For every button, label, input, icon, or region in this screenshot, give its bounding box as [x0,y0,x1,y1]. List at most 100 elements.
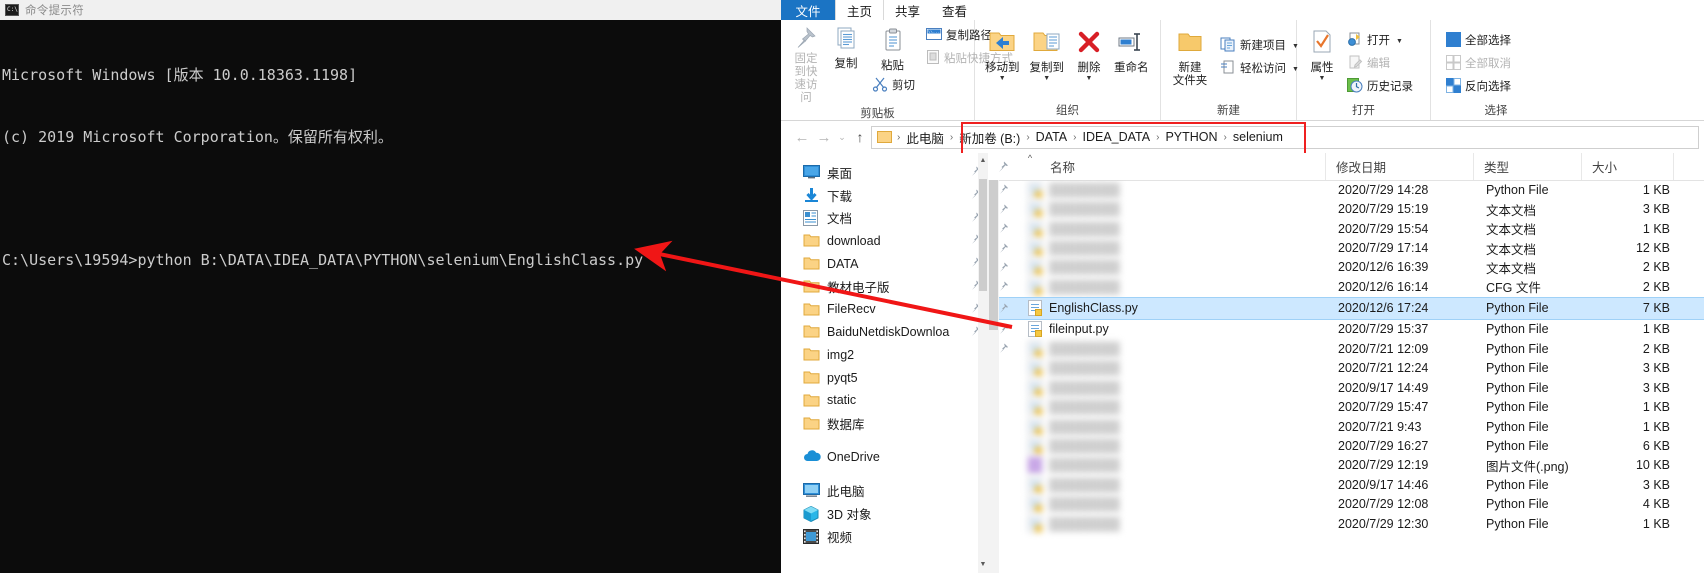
delete-button[interactable]: 删除 ▼ [1069,27,1109,84]
tab-home[interactable]: 主页 [835,0,885,21]
chevron-down-icon[interactable]: ▼ [1319,75,1326,82]
copy-button[interactable]: 复制 [826,23,866,73]
column-header-name[interactable]: 名称 [1040,153,1326,180]
file-name-cell[interactable]: EnglishClass.py [1020,300,1338,317]
properties-button[interactable]: 属性 ▼ [1302,27,1342,84]
breadcrumb[interactable]: › 此电脑 › 新加卷 (B:) › DATA › IDEA_DATA › PY… [871,125,1699,149]
table-row[interactable]: ████████ 2020/7/29 12:30 Python File 1 KB [988,514,1704,533]
scrollbar-thumb[interactable] [979,179,987,291]
file-name-cell[interactable]: ████████ [1020,201,1338,218]
invert-selection-button[interactable]: 反向选择 [1442,76,1515,99]
file-name-cell[interactable]: ████████ [1020,457,1338,474]
copy-to-button[interactable]: 复制到 ▼ [1025,27,1070,84]
new-item-button[interactable]: 新建项目 ▼ [1216,35,1303,58]
file-name-cell[interactable]: ████████ [1020,496,1338,513]
nav-item-data[interactable]: DATA [781,252,988,275]
file-name-cell[interactable]: ████████ [1020,220,1338,237]
nav-item-img2[interactable]: img2 [781,343,988,366]
file-explorer-window[interactable]: 文件 主页 共享 查看 固定到快 速访问 复制 粘贴 剪切 \\... 复制路径… [781,0,1704,573]
file-name-cell[interactable]: ████████ [1020,399,1338,416]
file-name-cell[interactable]: ████████ [1020,181,1338,198]
nav-item-filerecv[interactable]: FileRecv [781,298,988,321]
column-header-date[interactable]: 修改日期 [1326,153,1474,180]
table-row[interactable]: ████████ 2020/7/21 9:43 Python File 1 KB [988,417,1704,436]
new-folder-button[interactable]: 新建 文件夹 [1166,29,1214,90]
scroll-up-icon[interactable]: ▲ [978,155,988,167]
table-row[interactable]: ████████ 2020/9/17 14:49 Python File 3 KB [988,378,1704,397]
table-row[interactable]: ████████ 2020/7/29 15:47 Python File 1 KB [988,397,1704,416]
history-button[interactable]: 历史记录 [1343,76,1417,99]
cut-button[interactable]: 剪切 [868,75,919,98]
tab-view[interactable]: 查看 [931,0,978,20]
table-row[interactable]: ████████ 2020/7/21 12:24 Python File 3 KB [988,359,1704,378]
breadcrumb-item-this-pc[interactable]: 此电脑 [903,128,947,147]
file-list-pane[interactable]: ^ 名称 修改日期 类型 大小 ████████ 2020/7/29 14:28 P… [988,153,1704,573]
nav-item-onedrive[interactable]: OneDrive [781,446,988,469]
nav-item-文档[interactable]: 文档 [781,207,988,230]
forward-button[interactable]: → [813,126,835,148]
file-name-cell[interactable]: ████████ [1020,515,1338,532]
file-name-cell[interactable]: ████████ [1020,476,1338,493]
table-row[interactable]: ████████ 2020/7/29 17:14 文本文档 12 KB [988,238,1704,257]
select-none-button[interactable]: 全部取消 [1442,53,1515,76]
nav-item-pyqt5[interactable]: pyqt5 [781,366,988,389]
table-row[interactable]: fileinput.py 2020/7/29 15:37 Python File 1 … [988,320,1704,339]
navigation-pane-scrollbar[interactable]: ▲ ▼ [978,153,988,573]
file-name-cell[interactable]: ████████ [1020,379,1338,396]
file-name-cell[interactable]: ████████ [1020,278,1338,295]
cmd-console-output[interactable]: Microsoft Windows [版本 10.0.18363.1198] (… [0,20,781,573]
breadcrumb-item-idea-data[interactable]: IDEA_DATA [1079,130,1153,144]
open-button[interactable]: 打开 ▼ [1343,30,1417,53]
file-name-cell[interactable]: ████████ [1020,240,1338,257]
chevron-down-icon[interactable]: ▼ [1396,38,1403,45]
file-name-cell[interactable]: ████████ [1020,418,1338,435]
scroll-down-icon[interactable]: ▼ [978,559,988,571]
up-button[interactable]: ↑ [849,126,871,148]
nav-item-baidunetdiskdownloa[interactable]: BaiduNetdiskDownloa [781,321,988,344]
rename-button[interactable]: 重命名 [1109,27,1154,77]
pin-to-quick-access-button[interactable]: 固定到快 速访问 [786,23,826,107]
chevron-down-icon[interactable]: ▼ [1086,75,1093,82]
nav-item-数据库[interactable]: 数据库 [781,412,988,435]
table-row[interactable]: ████████ 2020/7/29 16:27 Python File 6 KB [988,436,1704,455]
chevron-down-icon[interactable]: ▼ [999,75,1006,82]
nav-item-3d-对象[interactable]: 3D 对象 [781,502,988,525]
file-name-cell[interactable]: ████████ [1020,340,1338,357]
cmd-titlebar[interactable]: 命令提示符 [0,0,781,20]
scrollbar-thumb[interactable] [989,180,998,330]
recent-locations-button[interactable]: ⌄ [835,126,849,148]
table-row[interactable]: ████████ 2020/12/6 16:39 文本文档 2 KB [988,258,1704,277]
breadcrumb-item-python[interactable]: PYTHON [1162,130,1220,144]
table-row[interactable]: ████████ 2020/9/17 14:46 Python File 3 KB [988,475,1704,494]
table-row[interactable]: ████████ 2020/12/6 16:14 CFG 文件 2 KB [988,277,1704,296]
file-name-cell[interactable]: fileinput.py [1020,321,1338,338]
navigation-pane[interactable]: 桌面 下载 文档 download DATA 教材电子版 FileRecv BaiduNetd… [781,153,988,573]
file-list-scrollbar[interactable] [988,180,999,573]
file-name-cell[interactable]: ████████ [1020,259,1338,276]
nav-item-教材电子版[interactable]: 教材电子版 [781,275,988,298]
table-row[interactable]: ████████ 2020/7/29 12:08 Python File 4 KB [988,495,1704,514]
breadcrumb-item-data[interactable]: DATA [1033,130,1070,144]
nav-item-桌面[interactable]: 桌面 [781,161,988,184]
breadcrumb-item-volume-b[interactable]: 新加卷 (B:) [956,128,1023,147]
table-row[interactable]: ████████ 2020/7/29 12:19 图片文件(.png) 10 KB [988,456,1704,475]
file-name-cell[interactable]: ████████ [1020,360,1338,377]
tab-file[interactable]: 文件 [781,0,835,20]
nav-item-下载[interactable]: 下载 [781,184,988,207]
column-header-pin[interactable] [988,153,1020,180]
file-name-cell[interactable]: ████████ [1020,437,1338,454]
paste-button[interactable]: 粘贴 [866,25,919,75]
nav-item-此电脑[interactable]: 此电脑 [781,479,988,502]
nav-item-static[interactable]: static [781,389,988,412]
column-header-size[interactable]: 大小 [1582,153,1674,180]
move-to-button[interactable]: 移动到 ▼ [980,27,1025,84]
command-prompt-window[interactable]: 命令提示符 Microsoft Windows [版本 10.0.18363.1… [0,0,781,573]
easy-access-button[interactable]: 轻松访问 ▼ [1216,58,1303,81]
table-row[interactable]: ████████ 2020/7/29 15:19 文本文档 3 KB [988,199,1704,218]
nav-item-视频[interactable]: 视频 [781,525,988,548]
tab-share[interactable]: 共享 [884,0,931,20]
table-row[interactable]: ████████ 2020/7/29 15:54 文本文档 1 KB [988,219,1704,238]
table-row[interactable]: ████████ 2020/7/21 12:09 Python File 2 KB [988,339,1704,358]
chevron-down-icon[interactable]: ▼ [1043,75,1050,82]
edit-button[interactable]: 编辑 [1343,53,1417,76]
